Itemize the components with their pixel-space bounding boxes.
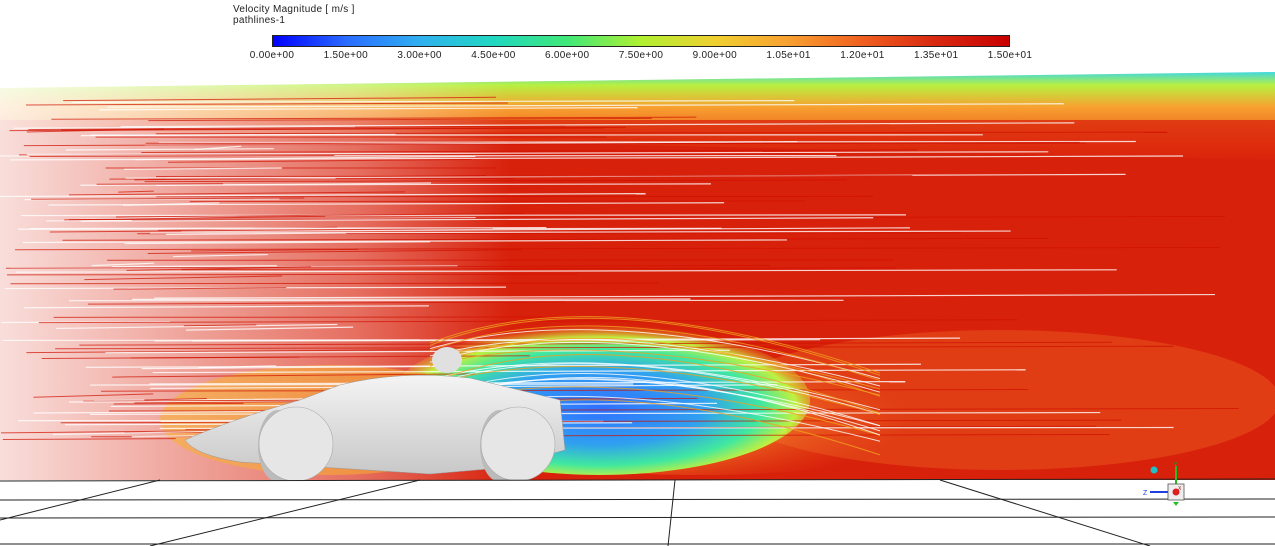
pathline xyxy=(20,214,906,217)
legend-object-name: pathlines-1 xyxy=(233,15,286,26)
colormap-tick-label: 1.20e+01 xyxy=(840,50,885,61)
pathline xyxy=(189,200,806,203)
colormap-tick-label: 7.50e+00 xyxy=(618,50,664,61)
colormap-bar xyxy=(272,35,1010,47)
colormap-tick-label: 9.00e+00 xyxy=(692,50,737,61)
y-axis-label: Y xyxy=(1173,462,1178,469)
colormap-tick-label: 4.50e+00 xyxy=(471,50,516,61)
colormap-tick-label: 0.00e+00 xyxy=(249,50,295,61)
pathline xyxy=(113,402,244,405)
axis-triad[interactable]: Y Z X xyxy=(1140,460,1200,510)
ground-grid xyxy=(0,478,1275,546)
z-axis-label: Z xyxy=(1143,490,1148,497)
legend-title: Velocity Magnitude [ m/s ] pathlines-1 xyxy=(233,4,355,26)
pathline xyxy=(10,282,660,285)
legend-quantity: Velocity Magnitude [ m/s ] xyxy=(233,4,355,15)
colormap-tick-label: 1.50e+00 xyxy=(323,50,368,61)
colormap-tick-label: 1.35e+01 xyxy=(913,50,959,61)
velocity-field xyxy=(0,72,1275,480)
colormap-tick-label: 3.00e+00 xyxy=(397,50,442,61)
colormap-tick-label: 1.05e+01 xyxy=(766,50,811,61)
viewport-scene[interactable] xyxy=(0,0,1275,546)
colormap-tick-label: 1.50e+01 xyxy=(987,50,1033,61)
colormap-tick-label: 6.00e+00 xyxy=(544,50,590,61)
view-origin-icon xyxy=(1150,466,1158,474)
